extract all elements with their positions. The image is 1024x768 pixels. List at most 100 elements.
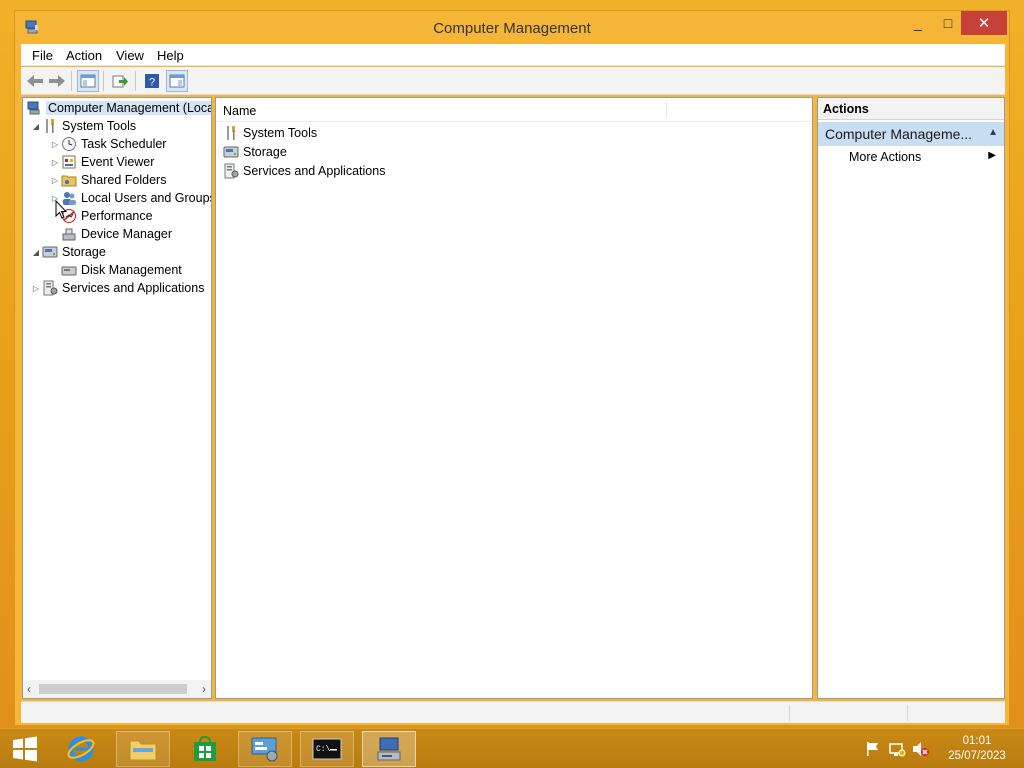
tree-label: Storage <box>62 245 106 259</box>
tree-item-task-scheduler[interactable]: ▷ Task Scheduler <box>50 135 166 153</box>
status-bar <box>21 701 1005 723</box>
toolbar: ? <box>21 67 1005 95</box>
maximize-icon: □ <box>943 15 953 31</box>
tree-label: Computer Management (Local <box>46 101 211 115</box>
tree-item-disk-management[interactable]: Disk Management <box>60 261 182 279</box>
help-icon[interactable]: ? <box>141 70 163 92</box>
control-panel-icon[interactable] <box>238 731 292 767</box>
results-pane[interactable]: Name System Tools Storage Services and A… <box>215 97 813 699</box>
tree-item-event-viewer[interactable]: ▷ Event Viewer <box>50 153 155 171</box>
status-divider <box>907 705 908 721</box>
computer-management-window: Computer Management _ □ ✕ File Action Vi… <box>14 10 1010 726</box>
close-button[interactable]: ✕ <box>961 11 1007 35</box>
shared-folder-icon <box>60 172 78 188</box>
start-button[interactable] <box>0 731 50 767</box>
tree-item-shared-folders[interactable]: ▷ Shared Folders <box>50 171 167 189</box>
computer-management-icon[interactable] <box>362 731 416 767</box>
tree-label: Shared Folders <box>81 173 167 187</box>
svg-text:C:\: C:\ <box>316 745 331 754</box>
list-item-label: System Tools <box>243 126 318 140</box>
submenu-arrow-icon[interactable]: ▶ <box>988 150 996 161</box>
storage-icon <box>41 244 59 260</box>
tree-label: Performance <box>81 209 153 223</box>
maximize-button[interactable]: □ <box>933 11 963 35</box>
list-item-label: Services and Applications <box>243 164 386 178</box>
menu-bar: File Action View Help <box>21 44 1005 66</box>
tree-label: Device Manager <box>81 227 173 241</box>
scroll-right-icon[interactable]: › <box>202 682 206 696</box>
toolbar-separator <box>135 71 136 91</box>
more-actions-item[interactable]: More Actions <box>849 150 921 164</box>
file-explorer-icon[interactable] <box>116 731 170 767</box>
menu-action[interactable]: Action <box>66 48 102 63</box>
toolbar-separator <box>103 71 104 91</box>
tree-item-services-and-applications[interactable]: ▷ Services and Applications <box>31 279 204 297</box>
show-hide-console-tree-icon[interactable] <box>77 70 99 92</box>
collapse-arrow-icon[interactable]: ◢ <box>31 122 41 131</box>
actions-header: Actions <box>818 98 1004 120</box>
storage-icon <box>222 144 240 160</box>
list-item-label: Storage <box>243 145 287 159</box>
list-item[interactable]: System Tools <box>222 124 317 142</box>
tree-label: Event Viewer <box>81 155 155 169</box>
export-list-icon[interactable] <box>109 70 131 92</box>
volume-muted-icon[interactable] <box>912 741 930 757</box>
command-prompt-icon[interactable]: C:\ <box>300 731 354 767</box>
menu-view[interactable]: View <box>116 48 144 63</box>
clock-date: 25/07/2023 <box>948 750 1006 762</box>
column-divider[interactable] <box>666 102 667 118</box>
tree-label: Disk Management <box>81 263 182 277</box>
tools-icon <box>222 125 240 141</box>
tree-label: Local Users and Groups <box>81 191 212 205</box>
minimize-button[interactable]: _ <box>903 11 933 35</box>
list-item[interactable]: Services and Applications <box>222 162 385 180</box>
column-header-name[interactable]: Name <box>223 104 256 118</box>
scrollbar-thumb[interactable] <box>39 684 187 694</box>
expand-arrow-icon[interactable]: ▷ <box>50 176 60 185</box>
clock-time: 01:01 <box>962 735 992 747</box>
tree-item-performance[interactable]: Performance <box>60 207 153 225</box>
device-manager-icon <box>60 226 78 242</box>
expand-arrow-icon[interactable]: ▷ <box>50 140 60 149</box>
expand-arrow-icon[interactable]: ▷ <box>50 158 60 167</box>
network-icon[interactable] <box>888 741 906 757</box>
actions-pane: Actions Computer Manageme... ▲ More Acti… <box>817 97 1005 699</box>
horizontal-scrollbar[interactable]: ‹ › <box>23 680 211 698</box>
event-viewer-icon <box>60 154 78 170</box>
title-bar[interactable]: Computer Management _ □ ✕ <box>15 11 1009 43</box>
scroll-left-icon[interactable]: ‹ <box>27 682 31 696</box>
tree-item-system-tools[interactable]: ◢ System Tools <box>31 117 136 135</box>
services-icon <box>222 163 240 179</box>
tree-item-root[interactable]: Computer Management (Local <box>25 99 211 117</box>
tree-item-storage[interactable]: ◢ Storage <box>31 243 106 261</box>
actions-section-label: Computer Manageme... <box>825 126 973 142</box>
minimize-icon: _ <box>914 15 922 31</box>
svg-text:?: ? <box>149 77 155 89</box>
collapse-arrow-icon[interactable]: ◢ <box>31 248 41 257</box>
internet-explorer-icon[interactable] <box>54 731 108 767</box>
tools-icon <box>41 118 59 134</box>
menu-help[interactable]: Help <box>157 48 184 63</box>
toolbar-separator <box>71 71 72 91</box>
tree-item-local-users-and-groups[interactable]: ▷ Local Users and Groups <box>50 189 212 207</box>
window-title: Computer Management <box>433 20 591 37</box>
menu-file[interactable]: File <box>32 48 53 63</box>
forward-icon[interactable] <box>46 70 68 92</box>
store-icon[interactable] <box>178 731 232 767</box>
taskbar: C:\ 01:01 25/07/2023 <box>0 728 1024 768</box>
system-clock[interactable]: 01:01 25/07/2023 <box>944 734 1010 764</box>
back-icon[interactable] <box>24 70 46 92</box>
close-icon: ✕ <box>977 15 991 32</box>
expand-arrow-icon[interactable]: ▷ <box>31 284 41 293</box>
computer-management-icon <box>25 100 43 116</box>
console-tree-pane[interactable]: Computer Management (Local ◢ System Tool… <box>22 97 212 699</box>
tree-item-device-manager[interactable]: Device Manager <box>60 225 172 243</box>
tree-label: System Tools <box>62 119 137 133</box>
mouse-cursor-icon <box>55 199 68 220</box>
disk-icon <box>60 262 78 278</box>
action-center-flag-icon[interactable] <box>864 741 882 757</box>
actions-section-computer-management[interactable]: Computer Manageme... ▲ <box>818 122 1004 146</box>
show-hide-action-pane-icon[interactable] <box>166 70 188 92</box>
list-item[interactable]: Storage <box>222 143 287 161</box>
collapse-up-icon[interactable]: ▲ <box>988 127 998 138</box>
